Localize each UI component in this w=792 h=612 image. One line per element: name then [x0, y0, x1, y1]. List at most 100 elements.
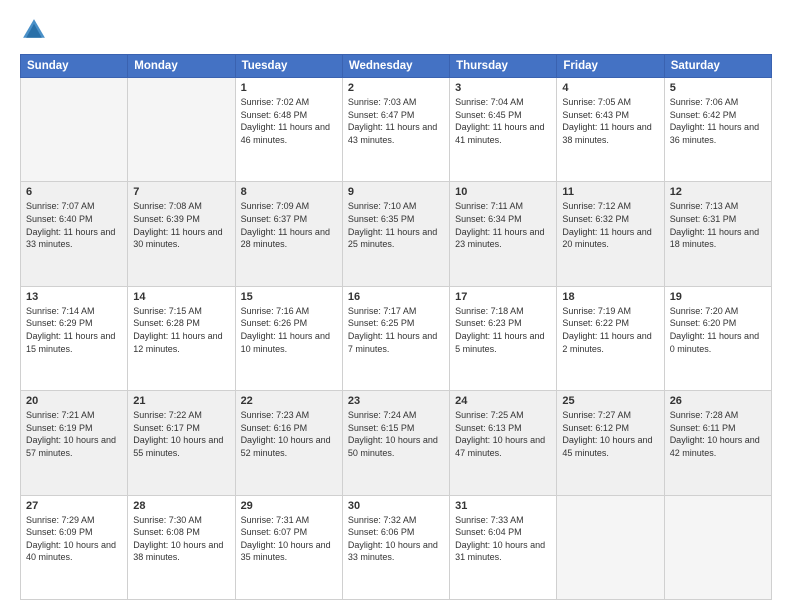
day-info: Sunrise: 7:03 AM Sunset: 6:47 PM Dayligh…	[348, 96, 444, 146]
calendar-week-4: 20Sunrise: 7:21 AM Sunset: 6:19 PM Dayli…	[21, 391, 772, 495]
day-info: Sunrise: 7:28 AM Sunset: 6:11 PM Dayligh…	[670, 409, 766, 459]
day-number: 22	[241, 395, 337, 407]
day-number: 31	[455, 500, 551, 512]
day-info: Sunrise: 7:16 AM Sunset: 6:26 PM Dayligh…	[241, 305, 337, 355]
calendar-cell: 5Sunrise: 7:06 AM Sunset: 6:42 PM Daylig…	[664, 78, 771, 182]
day-info: Sunrise: 7:09 AM Sunset: 6:37 PM Dayligh…	[241, 200, 337, 250]
col-header-thursday: Thursday	[450, 55, 557, 78]
day-info: Sunrise: 7:08 AM Sunset: 6:39 PM Dayligh…	[133, 200, 229, 250]
day-number: 8	[241, 186, 337, 198]
day-number: 17	[455, 291, 551, 303]
day-number: 29	[241, 500, 337, 512]
calendar-week-1: 1 Sunrise: 7:02 AM Sunset: 6:48 PM Daylig…	[21, 78, 772, 182]
day-info: Sunrise: 7:10 AM Sunset: 6:35 PM Dayligh…	[348, 200, 444, 250]
day-number: 28	[133, 500, 229, 512]
day-number: 30	[348, 500, 444, 512]
day-info: Sunrise: 7:12 AM Sunset: 6:32 PM Dayligh…	[562, 200, 658, 250]
col-header-saturday: Saturday	[664, 55, 771, 78]
day-number: 4	[562, 82, 658, 94]
day-info: Sunrise: 7:04 AM Sunset: 6:45 PM Dayligh…	[455, 96, 551, 146]
day-info: Sunrise: 7:29 AM Sunset: 6:09 PM Dayligh…	[26, 514, 122, 564]
day-number: 16	[348, 291, 444, 303]
day-number: 18	[562, 291, 658, 303]
calendar-cell: 10 Sunrise: 7:11 AM Sunset: 6:34 PM Dayli…	[450, 182, 557, 286]
calendar-cell: 4 Sunrise: 7:05 AM Sunset: 6:43 PM Daylig…	[557, 78, 664, 182]
day-info: Sunrise: 7:11 AM Sunset: 6:34 PM Dayligh…	[455, 200, 551, 250]
day-number: 5	[670, 82, 766, 94]
calendar-cell: 16 Sunrise: 7:17 AM Sunset: 6:25 PM Dayli…	[342, 286, 449, 390]
logo	[20, 16, 54, 44]
calendar-cell	[21, 78, 128, 182]
day-info: Sunrise: 7:18 AM Sunset: 6:23 PM Dayligh…	[455, 305, 551, 355]
calendar-cell: 14 Sunrise: 7:15 AM Sunset: 6:28 PM Dayli…	[128, 286, 235, 390]
col-header-sunday: Sunday	[21, 55, 128, 78]
day-info: Sunrise: 7:33 AM Sunset: 6:04 PM Dayligh…	[455, 514, 551, 564]
col-header-tuesday: Tuesday	[235, 55, 342, 78]
calendar-cell: 15Sunrise: 7:16 AM Sunset: 6:26 PM Dayli…	[235, 286, 342, 390]
day-info: Sunrise: 7:14 AM Sunset: 6:29 PM Dayligh…	[26, 305, 122, 355]
day-number: 2	[348, 82, 444, 94]
calendar-cell: 23 Sunrise: 7:24 AM Sunset: 6:15 PM Dayli…	[342, 391, 449, 495]
calendar-cell: 12 Sunrise: 7:13 AM Sunset: 6:31 PM Dayli…	[664, 182, 771, 286]
calendar-cell: 11 Sunrise: 7:12 AM Sunset: 6:32 PM Dayli…	[557, 182, 664, 286]
day-info: Sunrise: 7:20 AM Sunset: 6:20 PM Dayligh…	[670, 305, 766, 355]
day-number: 21	[133, 395, 229, 407]
header	[20, 16, 772, 44]
day-info: Sunrise: 7:23 AM Sunset: 6:16 PM Dayligh…	[241, 409, 337, 459]
day-info: Sunrise: 7:05 AM Sunset: 6:43 PM Dayligh…	[562, 96, 658, 146]
day-number: 11	[562, 186, 658, 198]
day-number: 10	[455, 186, 551, 198]
day-number: 1	[241, 82, 337, 94]
day-info: Sunrise: 7:30 AM Sunset: 6:08 PM Dayligh…	[133, 514, 229, 564]
calendar-cell: 8 Sunrise: 7:09 AM Sunset: 6:37 PM Daylig…	[235, 182, 342, 286]
day-number: 24	[455, 395, 551, 407]
day-info: Sunrise: 7:07 AM Sunset: 6:40 PM Dayligh…	[26, 200, 122, 250]
calendar-cell: 19 Sunrise: 7:20 AM Sunset: 6:20 PM Dayli…	[664, 286, 771, 390]
col-header-wednesday: Wednesday	[342, 55, 449, 78]
calendar-cell	[557, 495, 664, 599]
day-number: 26	[670, 395, 766, 407]
calendar-cell	[128, 78, 235, 182]
day-number: 23	[348, 395, 444, 407]
calendar-cell: 20Sunrise: 7:21 AM Sunset: 6:19 PM Dayli…	[21, 391, 128, 495]
day-info: Sunrise: 7:02 AM Sunset: 6:48 PM Dayligh…	[241, 96, 337, 146]
calendar-week-5: 27 Sunrise: 7:29 AM Sunset: 6:09 PM Dayli…	[21, 495, 772, 599]
calendar-cell: 21Sunrise: 7:22 AM Sunset: 6:17 PM Dayli…	[128, 391, 235, 495]
calendar-cell: 25 Sunrise: 7:27 AM Sunset: 6:12 PM Dayli…	[557, 391, 664, 495]
day-number: 25	[562, 395, 658, 407]
day-info: Sunrise: 7:31 AM Sunset: 6:07 PM Dayligh…	[241, 514, 337, 564]
day-info: Sunrise: 7:24 AM Sunset: 6:15 PM Dayligh…	[348, 409, 444, 459]
day-info: Sunrise: 7:15 AM Sunset: 6:28 PM Dayligh…	[133, 305, 229, 355]
day-info: Sunrise: 7:25 AM Sunset: 6:13 PM Dayligh…	[455, 409, 551, 459]
calendar-week-3: 13 Sunrise: 7:14 AM Sunset: 6:29 PM Dayli…	[21, 286, 772, 390]
day-number: 19	[670, 291, 766, 303]
day-number: 20	[26, 395, 122, 407]
day-info: Sunrise: 7:13 AM Sunset: 6:31 PM Dayligh…	[670, 200, 766, 250]
calendar-cell: 18 Sunrise: 7:19 AM Sunset: 6:22 PM Dayli…	[557, 286, 664, 390]
day-number: 27	[26, 500, 122, 512]
calendar-cell: 13 Sunrise: 7:14 AM Sunset: 6:29 PM Dayli…	[21, 286, 128, 390]
calendar-table: SundayMondayTuesdayWednesdayThursdayFrid…	[20, 54, 772, 600]
calendar-cell: 31 Sunrise: 7:33 AM Sunset: 6:04 PM Dayli…	[450, 495, 557, 599]
day-number: 14	[133, 291, 229, 303]
calendar-header-row: SundayMondayTuesdayWednesdayThursdayFrid…	[21, 55, 772, 78]
col-header-monday: Monday	[128, 55, 235, 78]
day-number: 12	[670, 186, 766, 198]
calendar-cell: 24 Sunrise: 7:25 AM Sunset: 6:13 PM Dayli…	[450, 391, 557, 495]
day-info: Sunrise: 7:17 AM Sunset: 6:25 PM Dayligh…	[348, 305, 444, 355]
calendar-cell: 1 Sunrise: 7:02 AM Sunset: 6:48 PM Daylig…	[235, 78, 342, 182]
day-info: Sunrise: 7:27 AM Sunset: 6:12 PM Dayligh…	[562, 409, 658, 459]
calendar-cell: 27 Sunrise: 7:29 AM Sunset: 6:09 PM Dayli…	[21, 495, 128, 599]
day-number: 13	[26, 291, 122, 303]
page: SundayMondayTuesdayWednesdayThursdayFrid…	[0, 0, 792, 612]
calendar-cell: 2 Sunrise: 7:03 AM Sunset: 6:47 PM Daylig…	[342, 78, 449, 182]
calendar-cell	[664, 495, 771, 599]
calendar-cell: 29 Sunrise: 7:31 AM Sunset: 6:07 PM Dayli…	[235, 495, 342, 599]
day-number: 9	[348, 186, 444, 198]
calendar-cell: 6Sunrise: 7:07 AM Sunset: 6:40 PM Daylig…	[21, 182, 128, 286]
col-header-friday: Friday	[557, 55, 664, 78]
calendar-cell: 26 Sunrise: 7:28 AM Sunset: 6:11 PM Dayli…	[664, 391, 771, 495]
calendar-week-2: 6Sunrise: 7:07 AM Sunset: 6:40 PM Daylig…	[21, 182, 772, 286]
calendar-cell: 9 Sunrise: 7:10 AM Sunset: 6:35 PM Daylig…	[342, 182, 449, 286]
day-info: Sunrise: 7:19 AM Sunset: 6:22 PM Dayligh…	[562, 305, 658, 355]
